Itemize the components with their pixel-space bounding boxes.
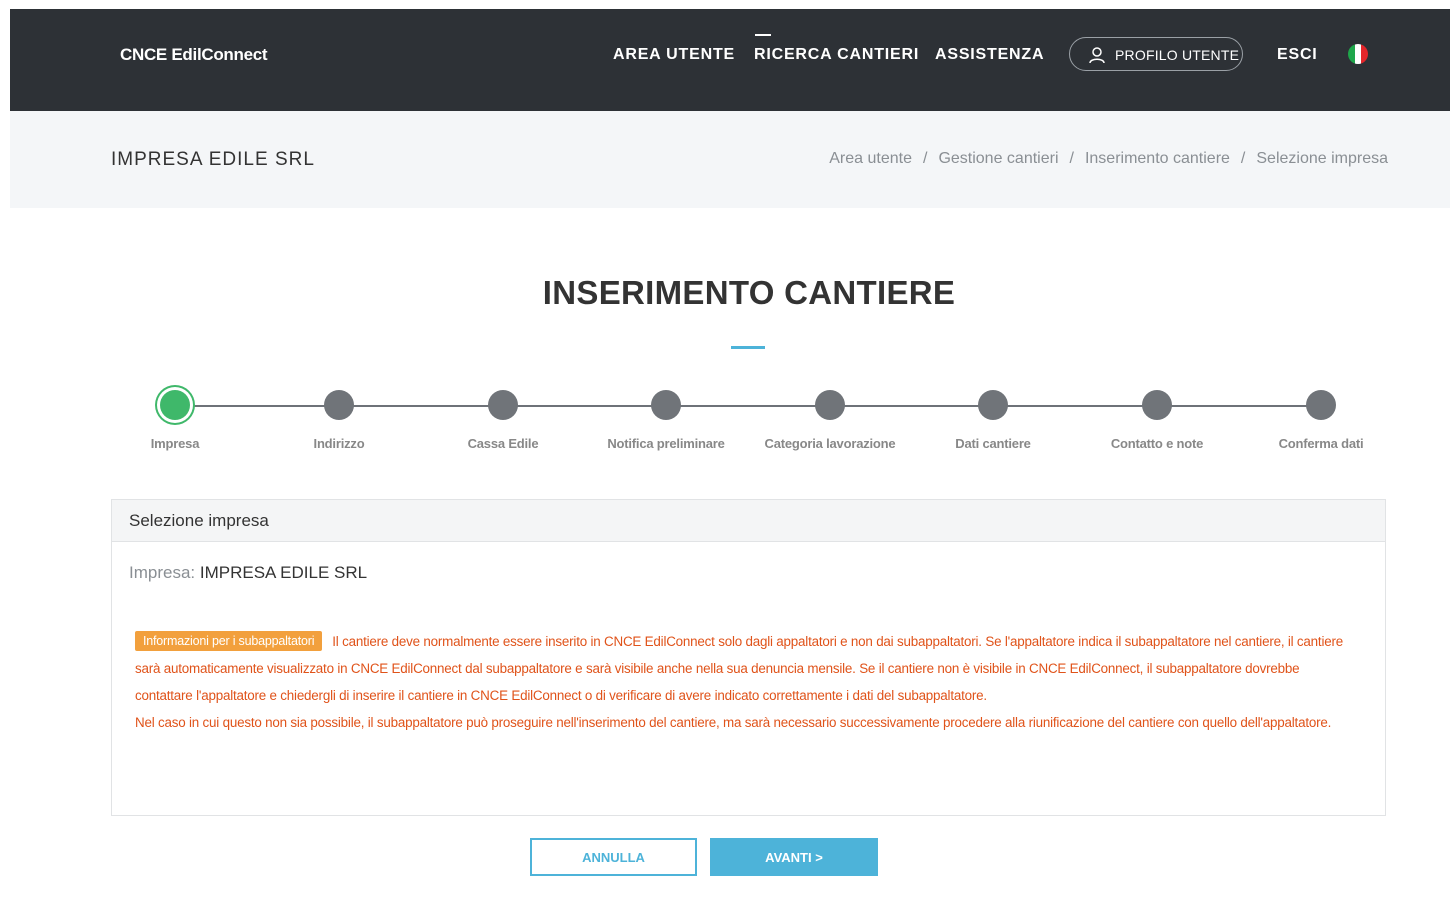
step-dot-cassa-edile	[488, 390, 518, 420]
step-dot-dati-cantiere	[978, 390, 1008, 420]
notice-badge: Informazioni per i subappaltatori	[135, 631, 323, 651]
top-navbar: CNCE EdilConnect AREA UTENTE RICERCA CAN…	[10, 9, 1450, 111]
breadcrumb-item-area-utente[interactable]: Area utente	[829, 150, 912, 167]
italy-flag-icon[interactable]	[1348, 44, 1368, 64]
page-title: INSERIMENTO CANTIERE	[542, 274, 956, 311]
panel-title: Selezione impresa	[129, 511, 269, 530]
subcontractor-notice: Informazioni per i subappaltatori Il cant…	[135, 628, 1355, 736]
step-dot-notifica-preliminare	[651, 390, 681, 420]
impresa-label: Impresa:	[129, 563, 196, 582]
next-button[interactable]: AVANTI >	[710, 838, 878, 876]
step-label-contatto-e-note: Contatto e note	[1110, 436, 1204, 451]
step-dot-contatto-e-note	[1142, 390, 1172, 420]
breadcrumb-separator: /	[922, 150, 928, 167]
breadcrumb-separator: /	[1069, 150, 1074, 167]
step-label-indirizzo: Indirizzo	[313, 436, 365, 451]
breadcrumb-item-inserimento-cantiere[interactable]: Inserimento cantiere	[1085, 150, 1230, 167]
brand-logo[interactable]: CNCE EdilConnect	[120, 45, 268, 65]
breadcrumb-separator: /	[1240, 150, 1246, 167]
step-dot-impresa	[160, 390, 190, 420]
profile-label: PROFILO UTENTE	[1115, 47, 1240, 63]
nav-esci[interactable]: ESCI	[1277, 46, 1318, 64]
step-label-dati-cantiere: Dati cantiere	[955, 436, 1031, 451]
profile-button[interactable]: PROFILO UTENTE	[1069, 37, 1243, 71]
step-label-conferma-dati: Conferma dati	[1278, 436, 1364, 451]
step-label-notifica-preliminare: Notifica preliminare	[607, 436, 725, 451]
selezione-impresa-panel: Selezione impresa Impresa: IMPRESA EDILE…	[111, 499, 1386, 816]
breadcrumb: Area utente / Gestione cantieri / Inseriment…	[829, 150, 1388, 168]
nav-ricerca-cantieri[interactable]: RICERCA CANTIERI	[754, 46, 919, 64]
impresa-value: IMPRESA EDILE SRL	[199, 563, 368, 582]
breadcrumb-item-gestione-cantieri[interactable]: Gestione cantieri	[938, 150, 1058, 167]
breadcrumb-item-selezione-impresa: Selezione impresa	[1256, 150, 1388, 167]
company-name: IMPRESA EDILE SRL	[111, 149, 315, 170]
notice-text-2: Nel caso in cui questo non sia possibile…	[135, 715, 1332, 730]
cancel-button[interactable]: ANNULLA	[530, 838, 697, 876]
nav-assistenza[interactable]: ASSISTENZA	[935, 46, 1044, 64]
impresa-info: Impresa: IMPRESA EDILE SRL	[129, 563, 367, 583]
step-label-cassa-edile: Cassa Edile	[467, 436, 539, 451]
user-icon	[1089, 47, 1105, 64]
step-dot-conferma-dati	[1306, 390, 1336, 420]
nav-active-indicator	[755, 34, 771, 36]
nav-area-utente[interactable]: AREA UTENTE	[613, 46, 735, 64]
step-label-impresa: Impresa	[150, 436, 200, 451]
title-underline	[731, 346, 765, 349]
panel-header: Selezione impresa	[112, 500, 1385, 542]
step-label-categoria-lavorazione: Categoria lavorazione	[764, 436, 896, 451]
page-frame: CNCE EdilConnect AREA UTENTE RICERCA CAN…	[10, 9, 1450, 897]
step-dot-indirizzo	[324, 390, 354, 420]
step-dot-categoria-lavorazione	[815, 390, 845, 420]
